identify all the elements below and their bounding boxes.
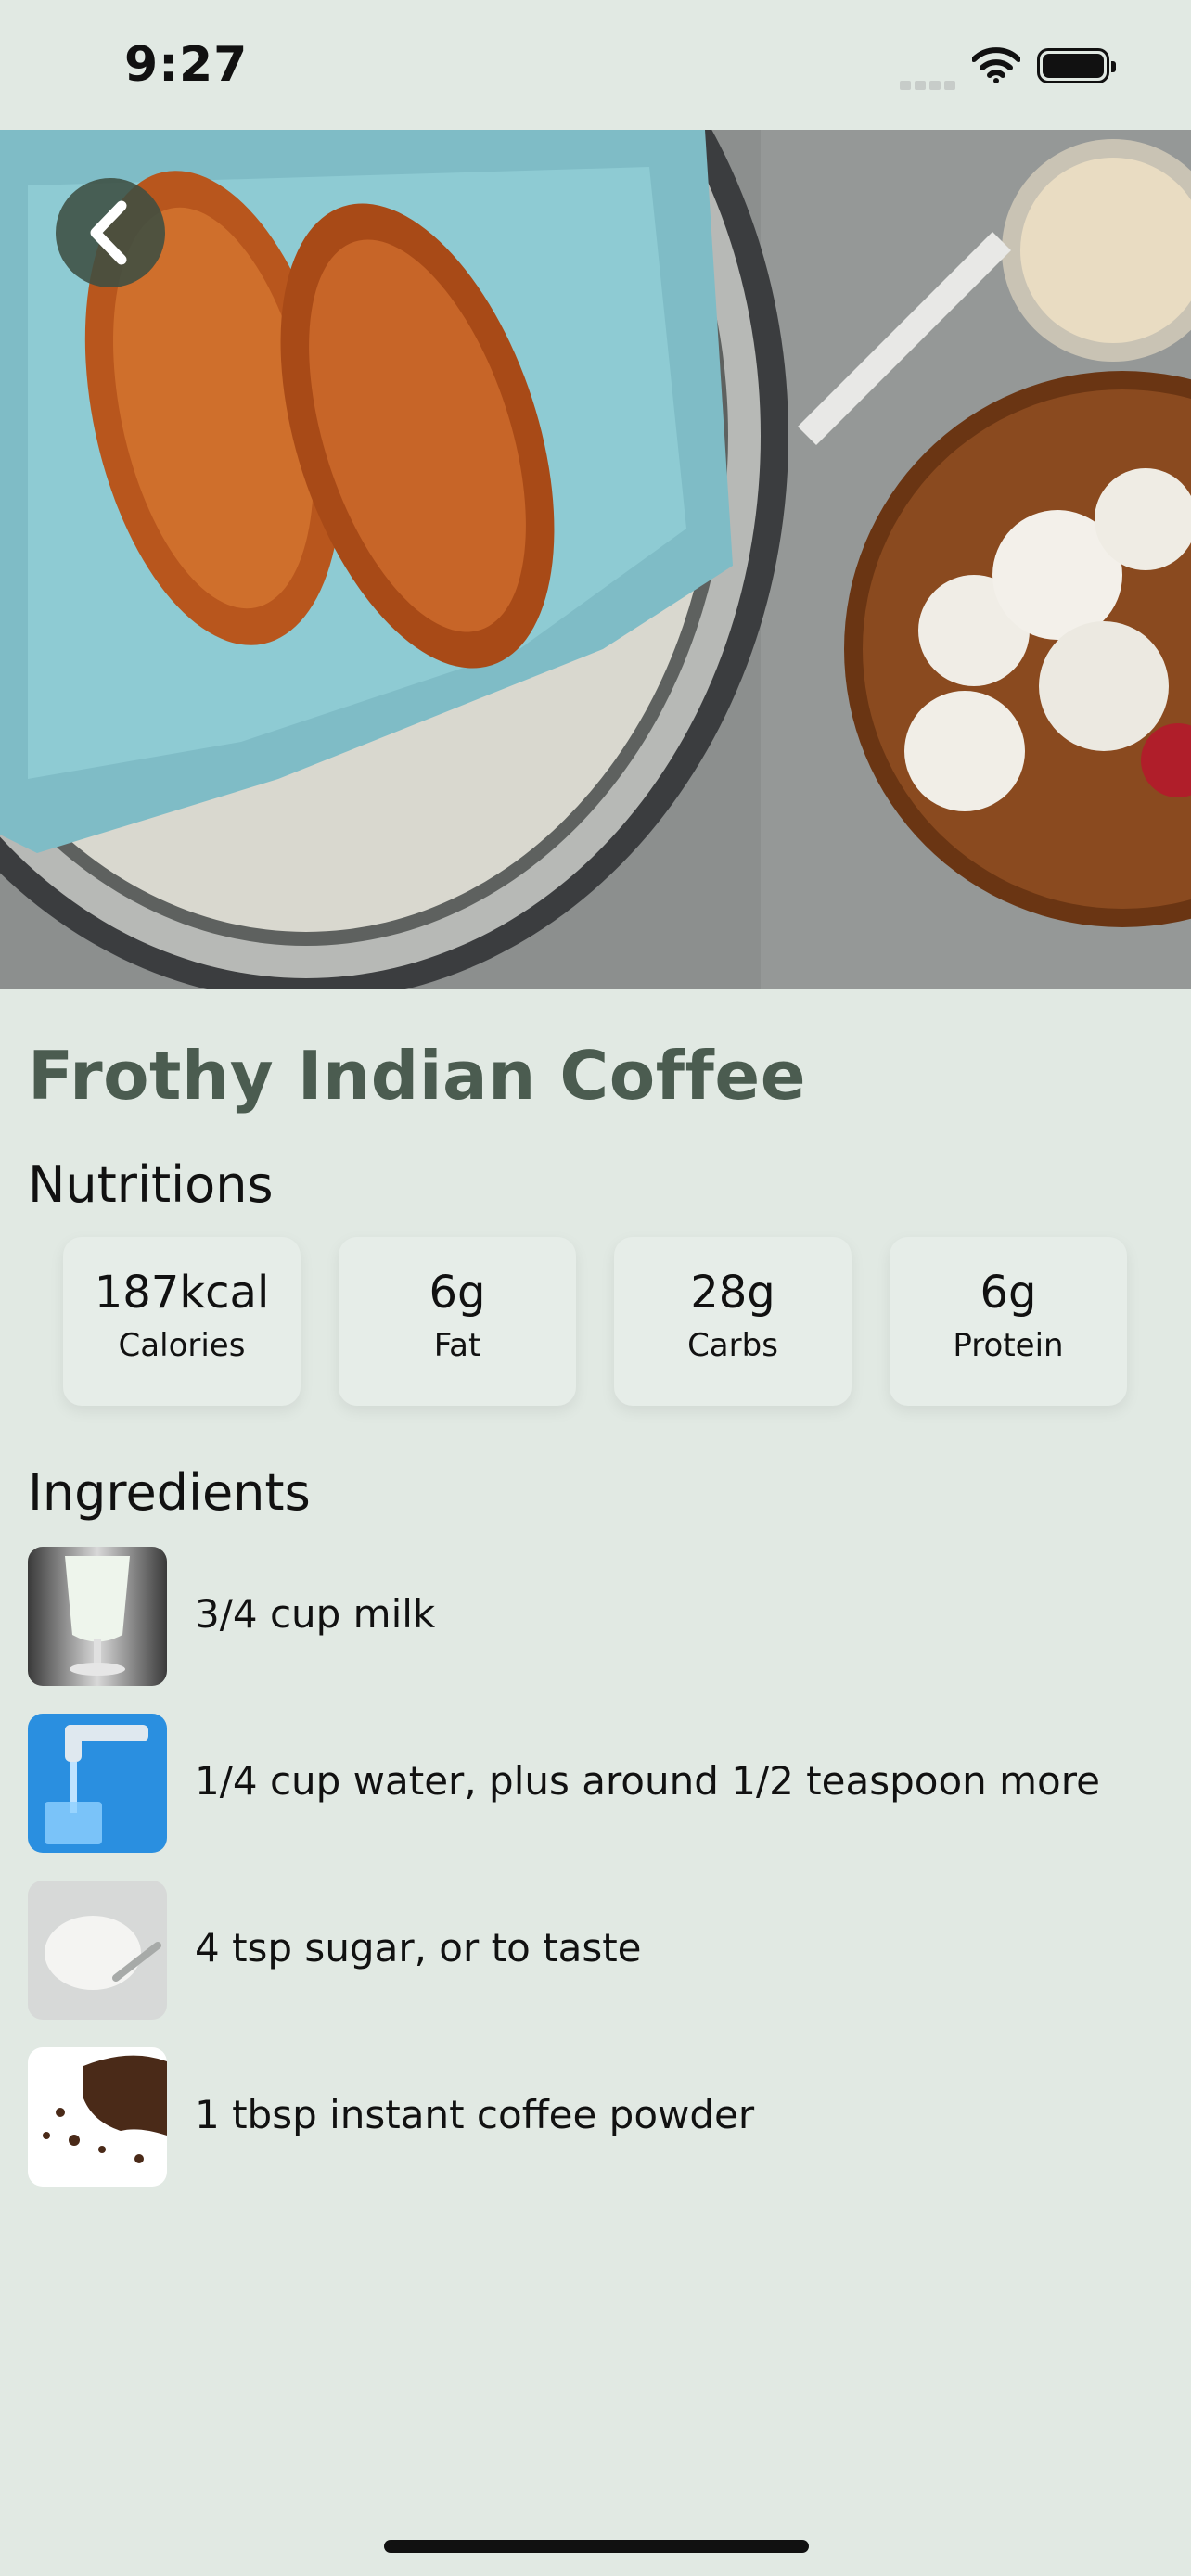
nutrition-label: Carbs: [687, 1327, 778, 1364]
cellular-signal-icon: [900, 76, 959, 94]
nutrition-value: 187kcal: [94, 1267, 270, 1319]
ingredients-heading: Ingredients: [28, 1463, 311, 1522]
nutrition-label: Protein: [953, 1327, 1064, 1364]
nutrition-cards: 187kcal Calories 6g Fat 28g Carbs 6g Pro…: [63, 1237, 1128, 1406]
nutrition-value: 6g: [980, 1267, 1037, 1319]
coffee-granules-icon: [28, 2047, 167, 2187]
nutrition-label: Fat: [433, 1327, 481, 1364]
ingredient-item: 3/4 cup milk: [28, 1547, 1169, 1686]
home-indicator[interactable]: [384, 2540, 809, 2553]
nutrition-value: 28g: [690, 1267, 775, 1319]
status-bar: 9:27: [0, 0, 1191, 130]
nutrition-card-calories: 187kcal Calories: [63, 1237, 301, 1406]
status-time: 9:27: [124, 37, 249, 93]
nutrition-label: Calories: [118, 1327, 246, 1364]
sugar-spoon-icon: [28, 1881, 167, 2020]
milk-glass-icon: [28, 1547, 167, 1686]
recipe-hero-image: [0, 130, 1191, 989]
wifi-icon: [971, 46, 1021, 87]
nutrition-value: 6g: [429, 1267, 486, 1319]
ingredient-item: 4 tsp sugar, or to taste: [28, 1881, 1169, 2020]
ingredient-text: 3/4 cup milk: [195, 1591, 436, 1637]
battery-icon: [1037, 48, 1116, 83]
ingredient-text: 4 tsp sugar, or to taste: [195, 1925, 642, 1970]
nutrition-card-fat: 6g Fat: [339, 1237, 576, 1406]
nutrition-card-carbs: 28g Carbs: [614, 1237, 852, 1406]
recipe-title: Frothy Indian Coffee: [28, 1037, 807, 1115]
ingredient-item: 1/4 cup water, plus around 1/2 teaspoon …: [28, 1714, 1169, 1853]
ingredient-text: 1 tbsp instant coffee powder: [195, 2092, 755, 2137]
back-button[interactable]: [56, 178, 165, 287]
ingredient-text: 1/4 cup water, plus around 1/2 teaspoon …: [195, 1758, 1100, 1804]
ingredient-item: 1 tbsp instant coffee powder: [28, 2047, 1169, 2187]
nutrition-heading: Nutritions: [28, 1155, 274, 1214]
nutrition-card-protein: 6g Protein: [890, 1237, 1127, 1406]
water-tap-icon: [28, 1714, 167, 1853]
chevron-left-icon: [90, 200, 127, 265]
